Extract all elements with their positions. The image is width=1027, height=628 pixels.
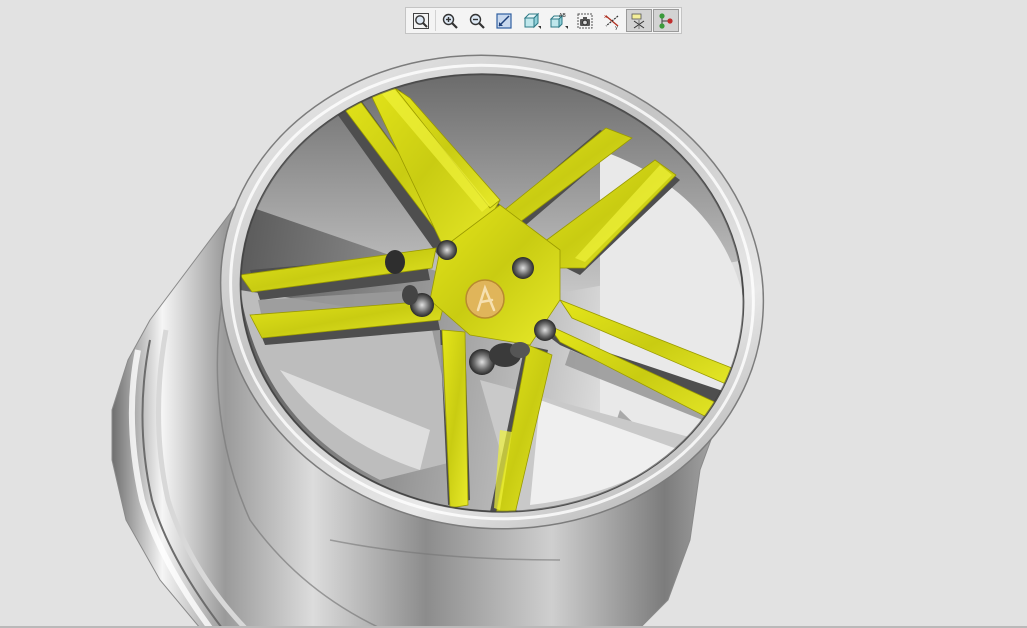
3d-viewport[interactable]: AB x y: [0, 0, 1027, 628]
measure-icon: [631, 13, 645, 29]
zoom-extents-icon: [413, 12, 429, 29]
zoom-extents-button[interactable]: [408, 9, 434, 32]
tree-button[interactable]: [653, 9, 679, 32]
display-mode-button[interactable]: AB: [545, 9, 571, 32]
camera-icon: [577, 13, 593, 28]
view-orientation-button[interactable]: [518, 9, 544, 32]
display-mode-label: AB: [559, 13, 566, 19]
tree-icon: [659, 12, 673, 29]
svg-text:y: y: [615, 25, 618, 30]
view-toolbar: AB x y: [405, 7, 682, 34]
zoom-in-button[interactable]: [437, 9, 463, 32]
zoom-out-icon: [469, 13, 485, 29]
zoom-out-button[interactable]: [464, 9, 490, 32]
section-icon: x y: [604, 14, 619, 30]
svg-text:x: x: [604, 14, 607, 20]
zoom-window-button[interactable]: [491, 9, 517, 32]
screenshot-button[interactable]: [572, 9, 598, 32]
zoom-window-icon: [496, 12, 512, 29]
zoom-in-icon: [442, 13, 458, 29]
wheel-model[interactable]: [0, 0, 1027, 628]
measure-button[interactable]: [626, 9, 652, 32]
section-button[interactable]: x y: [599, 9, 625, 32]
